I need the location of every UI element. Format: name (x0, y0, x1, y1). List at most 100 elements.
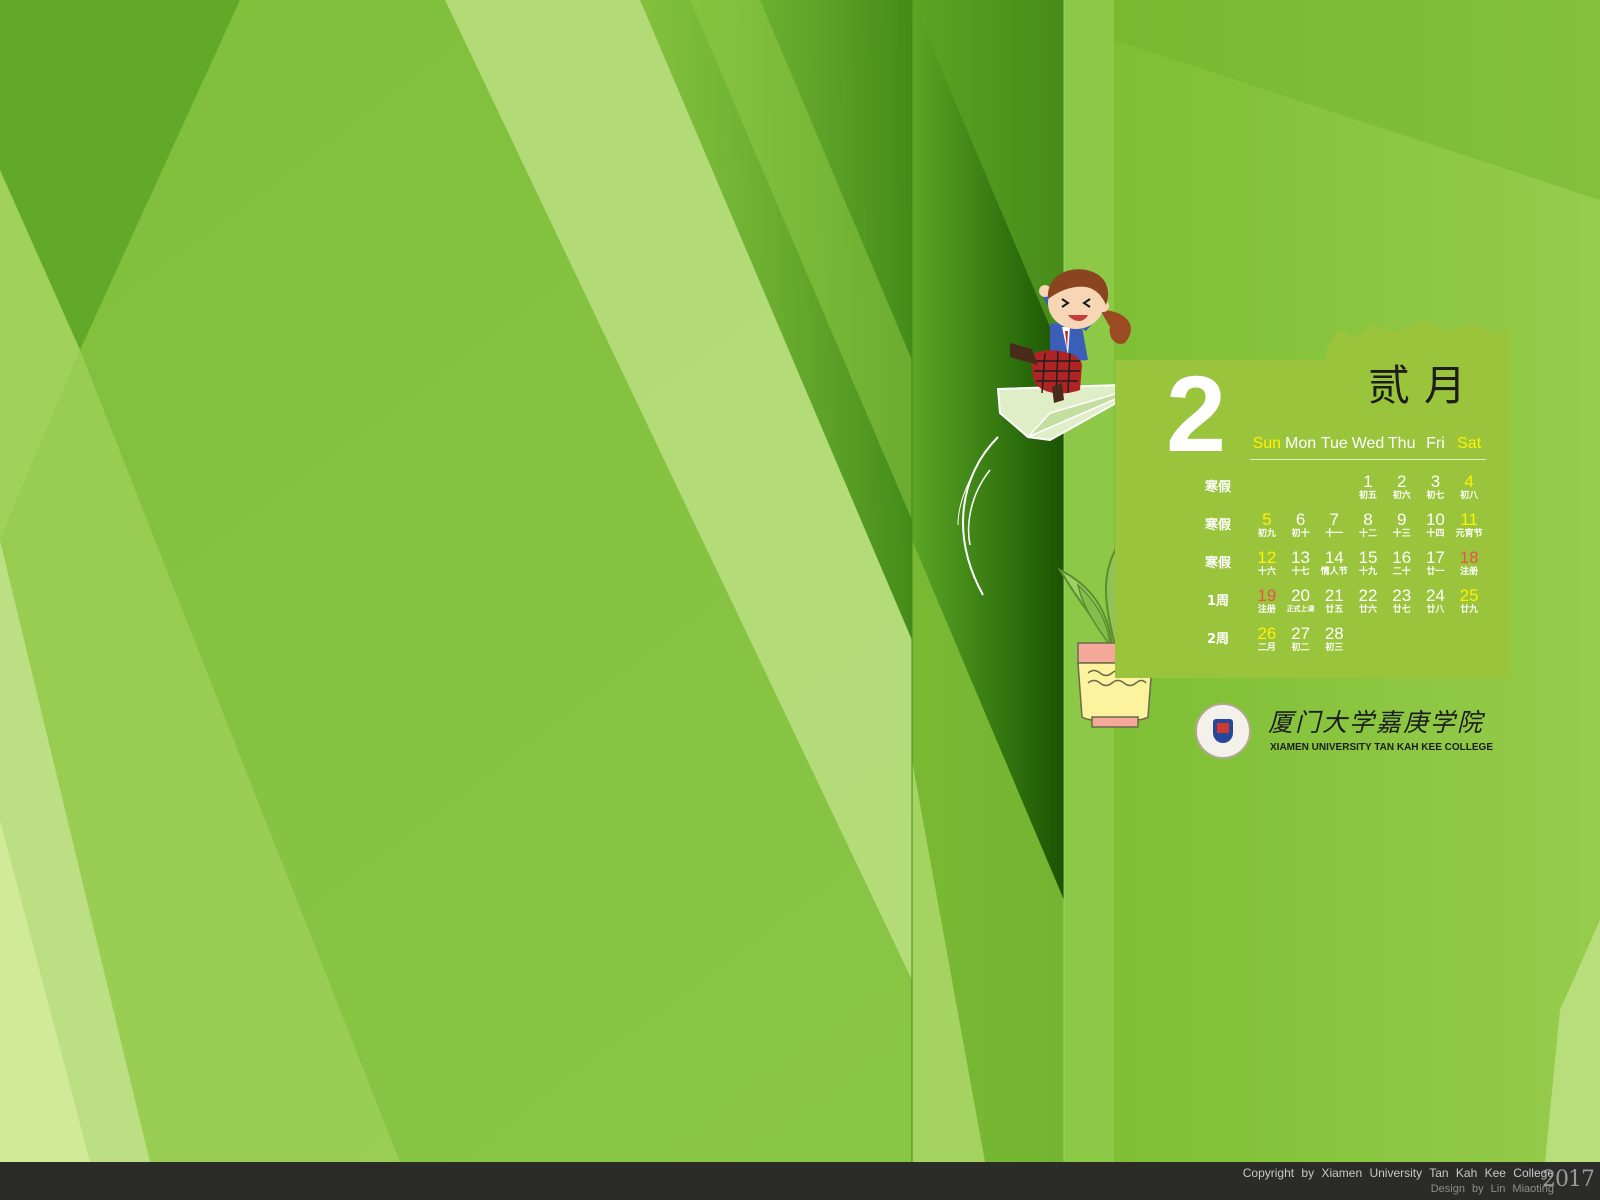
day-number: 24 (1425, 586, 1445, 605)
day-number: 18 (1459, 548, 1479, 567)
day-cell: 24 廿八 (1419, 586, 1453, 624)
day-number: 10 (1425, 510, 1445, 529)
day-lunar: 廿八 (1426, 605, 1445, 615)
day-cell: 7 十一 (1317, 510, 1351, 548)
weekday-thu: Thu (1387, 435, 1416, 452)
day-cell: 5 初九 (1250, 510, 1284, 548)
day-lunar: 注册 (1460, 567, 1479, 577)
week-label: 寒假 (1204, 518, 1231, 533)
week-label: 1周 (1206, 594, 1230, 609)
day-cell: 28 初三 (1317, 624, 1351, 662)
designer-credit: Design by Lin Miaoting (1430, 1183, 1554, 1195)
day-number: 13 (1291, 548, 1311, 567)
day-lunar: 初六 (1392, 491, 1411, 501)
day-number: 2 (1396, 472, 1407, 491)
day-number: 20 (1291, 586, 1311, 605)
day-lunar: 十三 (1392, 529, 1411, 539)
day-cell: 9 十三 (1385, 510, 1419, 548)
day-lunar: 十一 (1325, 529, 1344, 539)
weekday-sun: Sun (1252, 435, 1282, 452)
weekday-wed: Wed (1351, 435, 1385, 452)
day-cell (1284, 472, 1318, 510)
day-number: 6 (1295, 510, 1306, 529)
day-number: 28 (1324, 624, 1344, 643)
day-cell: 19 注册 (1250, 586, 1284, 624)
day-number: 25 (1459, 586, 1479, 605)
day-lunar: 廿九 (1460, 605, 1479, 615)
day-lunar: 初十 (1291, 529, 1310, 539)
day-lunar: 初三 (1325, 643, 1344, 653)
day-number: 19 (1257, 586, 1277, 605)
day-lunar: 二十 (1392, 567, 1411, 577)
day-cell (1317, 472, 1351, 510)
day-lunar: 情人节 (1320, 567, 1348, 577)
weekday-sat: Sat (1457, 435, 1482, 452)
day-number: 3 (1430, 472, 1441, 491)
day-lunar: 十四 (1426, 529, 1445, 539)
day-cell: 4 初八 (1452, 472, 1486, 510)
day-number: 15 (1358, 548, 1378, 567)
college-name-chinese: 厦门大学嘉庚学院 (1268, 708, 1485, 737)
day-lunar: 十七 (1291, 567, 1310, 577)
day-number: 7 (1329, 510, 1340, 529)
day-cell: 2 初六 (1385, 472, 1419, 510)
day-number: 21 (1324, 586, 1344, 605)
weekday-header: Sun Mon Tue Wed Thu Fri Sat (1250, 435, 1486, 460)
day-cell (1250, 472, 1284, 510)
day-number: 23 (1392, 586, 1412, 605)
day-lunar: 廿五 (1325, 605, 1344, 615)
seal-emblem (1217, 723, 1229, 733)
day-cell: 8 十二 (1351, 510, 1385, 548)
college-seal-icon (1195, 703, 1251, 759)
day-number: 16 (1392, 548, 1412, 567)
day-cell: 23 廿七 (1385, 586, 1419, 624)
day-cell: 27 初二 (1284, 624, 1318, 662)
month-number: 2 (1166, 353, 1227, 474)
day-cell: 21 廿五 (1317, 586, 1351, 624)
day-number: 27 (1291, 624, 1311, 643)
day-cell: 26 二月 (1250, 624, 1284, 662)
week-labels: 寒假 寒假 寒假 1周 2周 (1196, 476, 1240, 666)
day-lunar: 廿六 (1358, 605, 1377, 615)
day-cell: 13 十七 (1284, 548, 1318, 586)
day-number: 5 (1262, 510, 1272, 529)
day-cell: 11 元宵节 (1452, 510, 1486, 548)
calendar-days-grid: 1 初五 2 初六 3 初七 4 初八 5 初九 6 初十 7 十一 8 十二 9 十三 10 十四… (1250, 472, 1486, 662)
copyright-text: Copyright by Xiamen University Tan Kah K… (1242, 1166, 1554, 1180)
day-lunar: 正式上课 (1286, 605, 1315, 613)
day-lunar: 初七 (1426, 491, 1445, 501)
day-cell: 10 十四 (1419, 510, 1453, 548)
day-number: 1 (1363, 472, 1373, 491)
day-lunar: 初八 (1460, 491, 1479, 501)
weekday-mon: Mon (1285, 435, 1317, 452)
day-lunar: 注册 (1257, 605, 1276, 615)
weekday-fri: Fri (1426, 435, 1445, 452)
day-cell: 18 注册 (1452, 548, 1486, 586)
day-cell: 25 廿九 (1452, 586, 1486, 624)
college-name-english: XIAMEN UNIVERSITY TAN KAH KEE COLLEGE (1270, 742, 1493, 753)
day-lunar: 初五 (1358, 491, 1377, 501)
year-label: 2017 (1542, 1167, 1595, 1192)
day-lunar: 十九 (1358, 567, 1377, 577)
day-lunar: 廿一 (1426, 567, 1445, 577)
month-title-chinese: 贰月 (1368, 361, 1481, 410)
day-number: 17 (1425, 548, 1445, 567)
day-cell (1351, 624, 1385, 662)
week-label: 2周 (1206, 632, 1230, 647)
day-number: 22 (1358, 586, 1378, 605)
day-lunar: 元宵节 (1455, 529, 1483, 539)
day-cell: 3 初七 (1419, 472, 1453, 510)
day-cell: 1 初五 (1351, 472, 1385, 510)
day-number: 11 (1460, 510, 1478, 529)
day-number: 26 (1257, 624, 1277, 643)
day-cell: 14 情人节 (1317, 548, 1351, 586)
day-number: 4 (1464, 472, 1474, 491)
day-cell: 17 廿一 (1419, 548, 1453, 586)
desktop-wallpaper: 贰月 2 Sun Mon Tue Wed Thu Fri Sat 寒假 寒假 寒… (0, 0, 1600, 1200)
day-cell: 15 十九 (1351, 548, 1385, 586)
day-lunar: 十六 (1257, 567, 1276, 577)
week-label: 寒假 (1204, 556, 1231, 571)
day-cell (1452, 624, 1486, 662)
day-lunar: 二月 (1257, 643, 1276, 653)
day-cell: 6 初十 (1284, 510, 1318, 548)
